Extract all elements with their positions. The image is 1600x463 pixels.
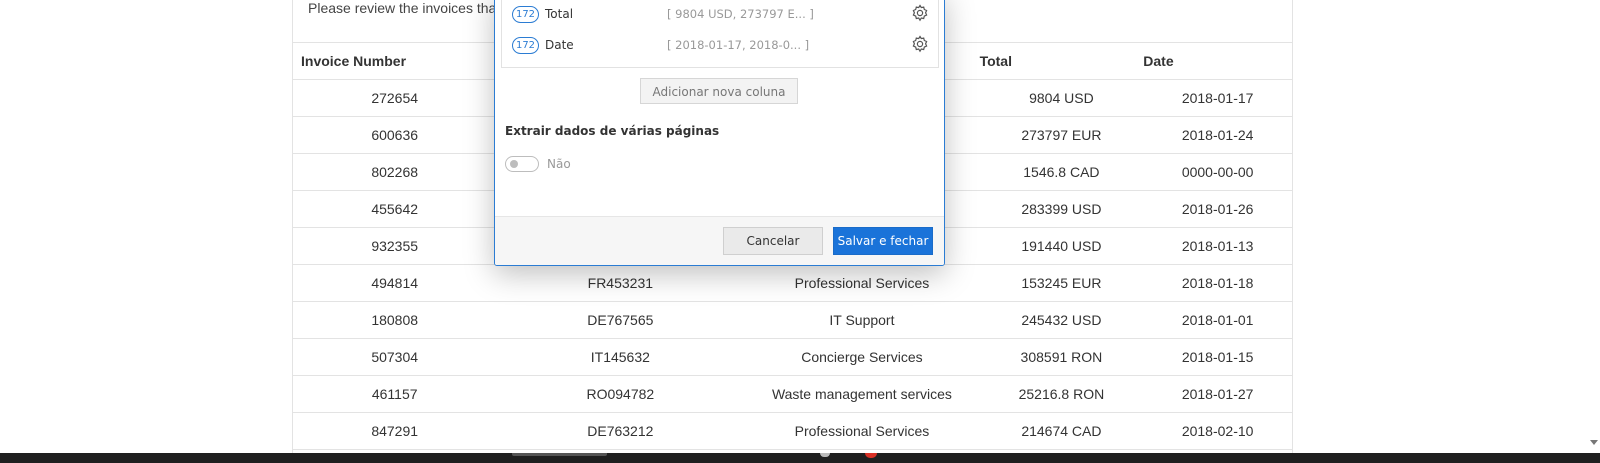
cell-invoice-number: 461157 [293,375,497,413]
cell-total: 283399 USD [979,190,1144,228]
table-row: 180808 DE767565 IT Support 245432 USD 20… [293,301,1292,339]
cell-date: 2018-01-01 [1143,301,1292,339]
cell-description: IT Support [744,301,980,339]
cell-description: Waste management services [744,375,980,413]
gear-icon[interactable] [910,3,930,23]
cell-date: 2018-01-24 [1143,116,1292,154]
cell-date: 2018-01-18 [1143,264,1292,302]
table-row: 847291 DE763212 Professional Services 21… [293,412,1292,450]
intro-text: Please review the invoices tha [308,0,497,16]
cell-date: 2018-01-17 [1143,79,1292,117]
cell-total: 191440 USD [979,227,1144,265]
scroll-down-arrow-icon[interactable] [1590,440,1598,445]
multi-page-label: Extrair dados de várias páginas [505,124,720,138]
toggle-knob [510,160,518,168]
cell-invoice-number: 600636 [293,116,497,154]
cell-vat: DE763212 [496,412,745,450]
extract-settings-dialog: 172 Total [ 9804 USD, 273797 E... ] 172 … [494,0,945,266]
column-count-badge: 172 [512,6,539,23]
cell-invoice-number: 932355 [293,227,497,265]
taskbar-app-icon[interactable] [865,453,877,458]
table-row: 461157 RO094782 Waste management service… [293,375,1292,413]
cell-total: 273797 EUR [979,116,1144,154]
cell-invoice-number: 507304 [293,338,497,376]
cell-date: 2018-01-15 [1143,338,1292,376]
cell-invoice-number: 494814 [293,264,497,302]
cell-invoice-number: 802268 [293,153,497,191]
header-invoice-number[interactable]: Invoice Number [293,42,497,80]
toggle-state-label: Não [547,157,571,171]
cell-date: 2018-01-13 [1143,227,1292,265]
cell-date: 0000-00-00 [1143,153,1292,191]
column-row-total[interactable]: 172 Total [ 9804 USD, 273797 E... ] [512,3,932,25]
cell-total: 25216.8 RON [979,375,1144,413]
cell-description: Concierge Services [744,338,980,376]
taskbar [0,453,1600,463]
cell-invoice-number: 847291 [293,412,497,450]
cell-vat: IT145632 [496,338,745,376]
cell-vat: DE767565 [496,301,745,339]
cell-date: 2018-01-27 [1143,375,1292,413]
cell-description: Professional Services [744,264,980,302]
cell-invoice-number: 455642 [293,190,497,228]
cell-vat: RO094782 [496,375,745,413]
taskbar-item[interactable] [512,453,607,456]
add-column-button[interactable]: Adicionar nova coluna [640,78,798,104]
cell-total: 1546.8 CAD [979,153,1144,191]
cell-total: 214674 CAD [979,412,1144,450]
column-list: 172 Total [ 9804 USD, 273797 E... ] 172 … [501,0,939,68]
cancel-button[interactable]: Cancelar [723,227,823,255]
table-row: 507304 IT145632 Concierge Services 30859… [293,338,1292,376]
column-name: Date [545,38,574,52]
cell-vat: FR453231 [496,264,745,302]
header-date[interactable]: Date [1143,42,1292,80]
column-preview: [ 2018-01-17, 2018-0... ] [667,38,810,52]
gear-icon[interactable] [910,34,930,54]
cell-description: Professional Services [744,412,980,450]
cell-invoice-number: 272654 [293,79,497,117]
cell-total: 308591 RON [979,338,1144,376]
cell-date: 2018-01-26 [1143,190,1292,228]
cell-total: 9804 USD [979,79,1144,117]
cell-total: 245432 USD [979,301,1144,339]
save-and-close-button[interactable]: Salvar e fechar [833,227,933,255]
column-row-date[interactable]: 172 Date [ 2018-01-17, 2018-0... ] [512,34,932,56]
cell-invoice-number: 180808 [293,301,497,339]
header-total[interactable]: Total [979,42,1144,80]
column-count-badge: 172 [512,37,539,54]
table-row: 494814 FR453231 Professional Services 15… [293,264,1292,302]
taskbar-app-icon[interactable] [820,453,830,457]
dialog-footer: Cancelar Salvar e fechar [495,216,944,265]
column-preview: [ 9804 USD, 273797 E... ] [667,7,814,21]
cell-total: 153245 EUR [979,264,1144,302]
multi-page-toggle[interactable] [505,156,539,172]
cell-date: 2018-02-10 [1143,412,1292,450]
column-name: Total [545,7,574,21]
